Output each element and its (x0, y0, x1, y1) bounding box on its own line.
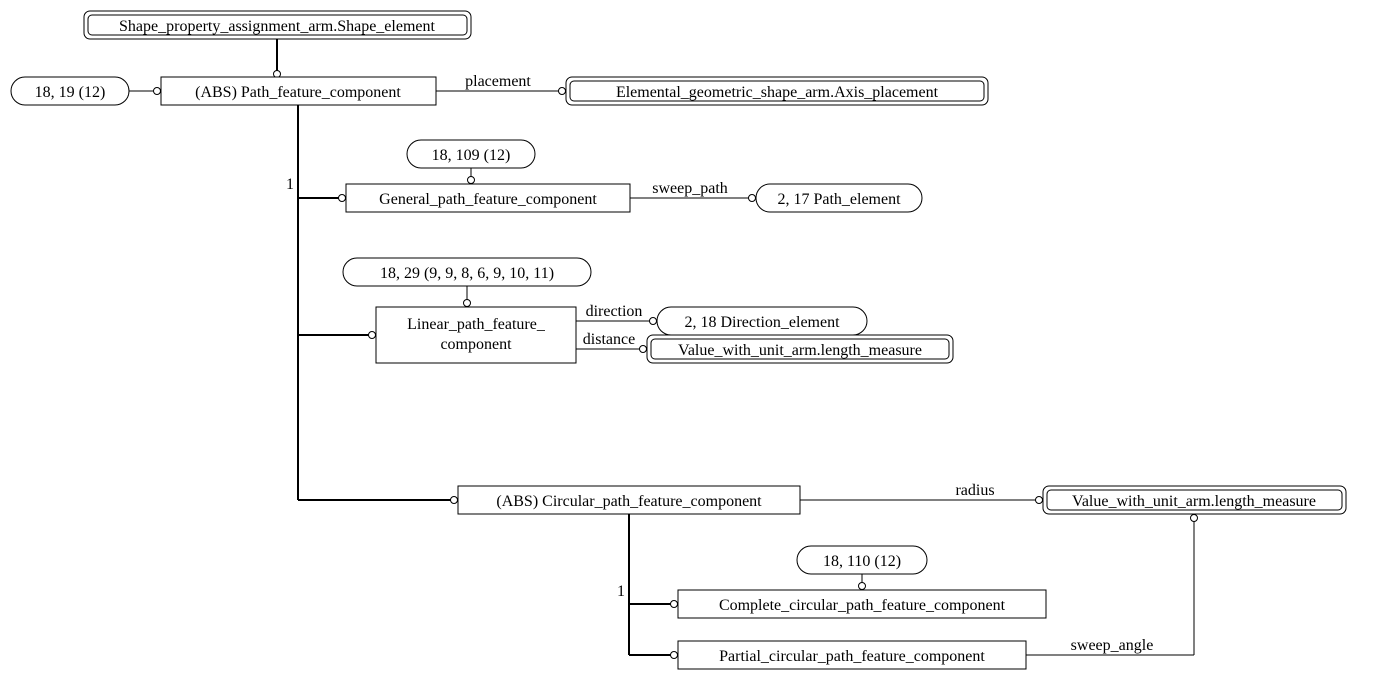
node-circular-pfc: (ABS) Circular_path_feature_component (458, 486, 800, 514)
node-axis-placement: Elemental_geometric_shape_arm.Axis_place… (566, 77, 988, 105)
node-ref-complete-label: 18, 110 (12) (823, 553, 901, 570)
node-complete-circ-label: Complete_circular_path_feature_component (719, 597, 1006, 614)
node-path-element: 2, 17 Path_element (756, 184, 922, 212)
node-path-element-label: 2, 17 Path_element (777, 191, 901, 208)
edge-placement-label: placement (465, 73, 531, 90)
node-pfc-label: (ABS) Path_feature_component (195, 84, 401, 101)
node-complete-circ: Complete_circular_path_feature_component (678, 590, 1046, 618)
node-length-measure-2-label: Value_with_unit_arm.length_measure (1072, 493, 1316, 510)
node-direction-element: 2, 18 Direction_element (657, 307, 867, 335)
edge-one-b: 1 (617, 583, 625, 600)
node-general-pfc: General_path_feature_component (346, 184, 630, 212)
node-ref-linear-label: 18, 29 (9, 9, 8, 6, 9, 10, 11) (380, 265, 554, 282)
node-linear-pfc-label2: component (440, 336, 512, 353)
node-linear-pfc: Linear_path_feature_ component (376, 307, 576, 363)
node-ref-general: 18, 109 (12) (407, 140, 535, 168)
node-ref-general-label: 18, 109 (12) (432, 147, 511, 164)
edge-sweep-path-label: sweep_path (652, 180, 728, 197)
node-circular-pfc-label: (ABS) Circular_path_feature_component (496, 493, 762, 510)
node-partial-circ-label: Partial_circular_path_feature_component (719, 648, 985, 665)
edge-distance-label: distance (583, 331, 635, 348)
node-length-measure-1: Value_with_unit_arm.length_measure (647, 335, 953, 363)
edge-sweep-angle-label: sweep_angle (1071, 637, 1154, 654)
node-shape-element: Shape_property_assignment_arm.Shape_elem… (84, 11, 471, 39)
node-ref-complete: 18, 110 (12) (797, 546, 927, 574)
node-length-measure-1-label: Value_with_unit_arm.length_measure (678, 342, 922, 359)
node-ref-linear: 18, 29 (9, 9, 8, 6, 9, 10, 11) (343, 258, 591, 286)
node-general-pfc-label: General_path_feature_component (379, 191, 597, 208)
node-shape-element-label: Shape_property_assignment_arm.Shape_elem… (119, 18, 435, 35)
node-ref-pfc-label: 18, 19 (12) (35, 84, 106, 101)
express-g-diagram: Shape_property_assignment_arm.Shape_elem… (0, 0, 1374, 674)
edge-one-a: 1 (286, 176, 294, 193)
node-linear-pfc-label1: Linear_path_feature_ (407, 316, 546, 333)
edge-radius-label: radius (955, 482, 994, 499)
node-axis-placement-label: Elemental_geometric_shape_arm.Axis_place… (616, 84, 939, 101)
node-direction-element-label: 2, 18 Direction_element (684, 314, 840, 331)
node-ref-pfc: 18, 19 (12) (11, 77, 129, 105)
node-path-feature-component: (ABS) Path_feature_component (161, 77, 436, 105)
node-partial-circ: Partial_circular_path_feature_component (678, 641, 1026, 669)
edge-direction-label: direction (586, 303, 643, 320)
node-length-measure-2: Value_with_unit_arm.length_measure (1043, 486, 1346, 514)
